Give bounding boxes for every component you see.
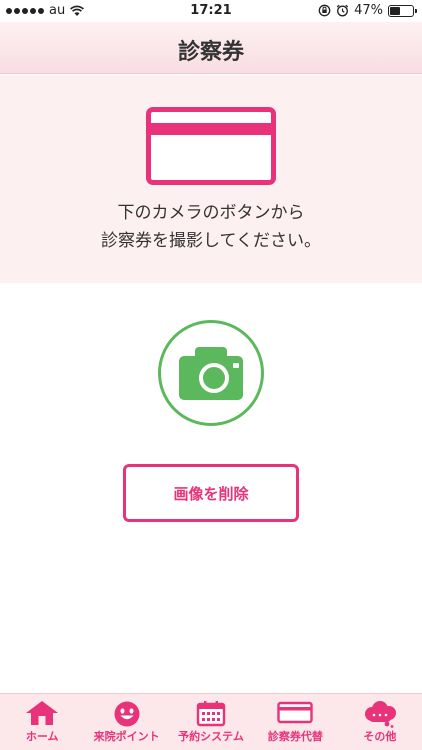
battery-fill [390, 6, 401, 15]
instruction-line-2: 診察券を撮影してください。 [101, 231, 321, 251]
tab-label: 診察券代替 [267, 730, 323, 743]
card-stripe [151, 123, 271, 135]
tab-label: 来院ポイント [93, 730, 160, 743]
tab-visit-points[interactable]: 来院ポイント [84, 694, 168, 750]
page-title: 診察券 [177, 40, 244, 65]
tab-label: その他 [363, 730, 397, 743]
tab-label: ホーム [25, 730, 59, 743]
card-icon [146, 107, 276, 185]
tab-bar: ホーム 来院ポイント 予約システム 診察券代替 その他 [0, 693, 422, 750]
alarm-icon [336, 4, 349, 17]
camera-flash [233, 363, 239, 368]
tab-card-substitute[interactable]: 診察券代替 [253, 694, 337, 750]
instruction-panel: 下のカメラのボタンから 診察券を撮影してください。 [0, 75, 422, 283]
status-bar: au 17:21 47% [0, 0, 422, 22]
home-icon [26, 701, 59, 725]
status-right: 47% [318, 3, 417, 18]
nav-bar: 診察券 [0, 22, 422, 74]
camera-button[interactable] [158, 320, 264, 426]
camera-icon [179, 356, 243, 400]
card-icon [277, 701, 314, 724]
battery-icon [388, 4, 417, 17]
rotation-lock-icon [318, 4, 331, 17]
smiley-icon [114, 701, 140, 727]
instruction-line-1: 下のカメラのボタンから [117, 203, 305, 223]
tab-reservation[interactable]: 予約システム [169, 694, 253, 750]
tab-other[interactable]: その他 [338, 694, 422, 750]
tab-label: 予約システム [178, 730, 244, 743]
calendar-icon [196, 701, 226, 727]
battery-percent: 47% [354, 3, 383, 18]
instruction-text: 下のカメラのボタンから 診察券を撮影してください。 [0, 199, 422, 255]
cloud-icon [364, 701, 396, 728]
delete-image-button[interactable]: 画像を削除 [123, 464, 299, 522]
camera-lens [199, 363, 229, 393]
tab-home[interactable]: ホーム [0, 694, 84, 750]
